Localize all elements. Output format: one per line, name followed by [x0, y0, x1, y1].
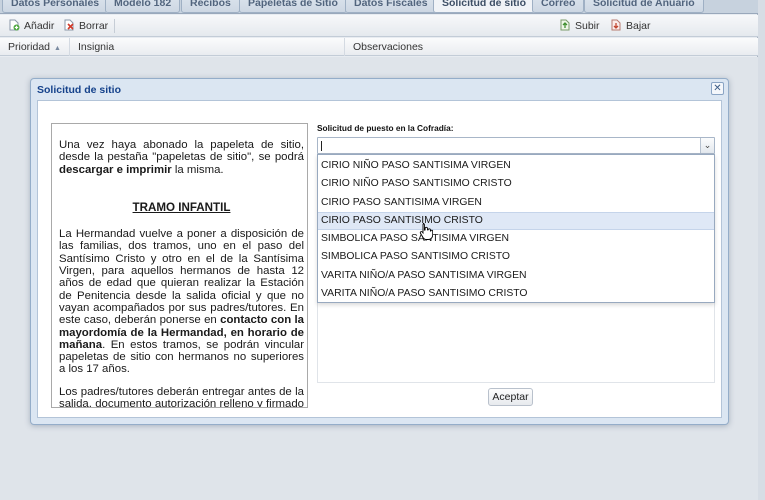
- delete-button[interactable]: Borrar: [63, 18, 108, 34]
- tab-solicitud-de-sitio[interactable]: Solicitud de sitio: [433, 0, 536, 13]
- dropdown-option[interactable]: VARITA NIÑO/A PASO SANTISIMA VIRGEN: [318, 267, 714, 285]
- tab-bar: Datos Personales Modelo 182 Recibos Pape…: [0, 0, 758, 14]
- grid-header: Prioridad ▲ Insignia Observaciones: [0, 38, 758, 56]
- info-paragraph-1: Una vez haya abonado la papeleta de siti…: [59, 139, 304, 176]
- column-header-observaciones[interactable]: Observaciones: [345, 38, 758, 56]
- dropdown-option[interactable]: VARITA NIÑO/A PASO SANTISIMO CRISTO: [318, 285, 714, 303]
- position-combobox[interactable]: ⌄: [317, 137, 715, 154]
- dialog-title: Solicitud de sitio: [37, 84, 122, 96]
- column-header-insignia[interactable]: Insignia: [70, 38, 345, 56]
- info-text-panel[interactable]: Una vez haya abonado la papeleta de siti…: [51, 123, 308, 408]
- dropdown-option[interactable]: CIRIO PASO SANTISIMA VIRGEN: [318, 194, 714, 212]
- dropdown-option[interactable]: SIMBOLICA PASO SANTISIMA VIRGEN: [318, 230, 714, 248]
- hand-cursor-icon: [419, 223, 433, 240]
- field-label: Solicitud de puesto en la Cofradía:: [317, 123, 454, 133]
- tab-recibos[interactable]: Recibos: [181, 0, 240, 13]
- toolbar-separator: [114, 19, 115, 33]
- toolbar: Añadir Borrar Subir Bajar: [0, 15, 758, 37]
- chevron-down-icon[interactable]: ⌄: [700, 138, 714, 153]
- tab-correo[interactable]: Correo: [532, 0, 585, 13]
- tab-datos-personales[interactable]: Datos Personales: [2, 0, 109, 13]
- dropdown-option[interactable]: CIRIO NIÑO PASO SANTISIMA VIRGEN: [318, 157, 714, 175]
- download-document-icon: [611, 19, 621, 31]
- tab-modelo-182[interactable]: Modelo 182: [105, 0, 181, 13]
- upload-document-icon: [560, 19, 570, 31]
- info-paragraph-3: Los padres/tutores deberán entregar ante…: [59, 385, 304, 408]
- tab-solicitud-de-anuario[interactable]: Solicitud de Anuario: [584, 0, 704, 13]
- dropdown-option[interactable]: CIRIO PASO SANTISIMO CRISTO: [318, 211, 714, 231]
- move-down-button[interactable]: Bajar: [610, 18, 651, 34]
- text-caret: [321, 141, 322, 151]
- add-button[interactable]: Añadir: [8, 18, 54, 34]
- section-title: TRAMO INFANTIL: [132, 200, 231, 214]
- options-dropdown: CIRIO NIÑO PASO SANTISIMA VIRGEN CIRIO NI…: [317, 154, 715, 303]
- sort-ascending-icon: ▲: [54, 45, 61, 52]
- delete-document-icon: [64, 19, 74, 31]
- dropdown-option[interactable]: SIMBOLICA PASO SANTISIMO CRISTO: [318, 248, 714, 266]
- tab-papeletas-de-sitio[interactable]: Papeletas de Sitio: [239, 0, 347, 13]
- info-paragraph-2: La Hermandad vuelve a poner a disposició…: [59, 228, 305, 376]
- add-button-label: Añadir: [24, 20, 55, 32]
- move-down-label: Bajar: [626, 20, 651, 32]
- move-up-button[interactable]: Subir: [559, 18, 600, 34]
- close-icon[interactable]: ✕: [711, 82, 724, 95]
- request-form: Solicitud de puesto en la Cofradía: ⌄ CI…: [317, 123, 717, 383]
- dropdown-option[interactable]: CIRIO NIÑO PASO SANTISIMO CRISTO: [318, 175, 714, 193]
- move-up-label: Subir: [575, 20, 600, 32]
- add-document-icon: [9, 19, 20, 31]
- tab-datos-fiscales[interactable]: Datos Fiscales: [345, 0, 437, 13]
- delete-button-label: Borrar: [79, 20, 109, 32]
- column-header-prioridad[interactable]: Prioridad ▲: [0, 38, 70, 56]
- accept-button[interactable]: Aceptar: [488, 388, 533, 406]
